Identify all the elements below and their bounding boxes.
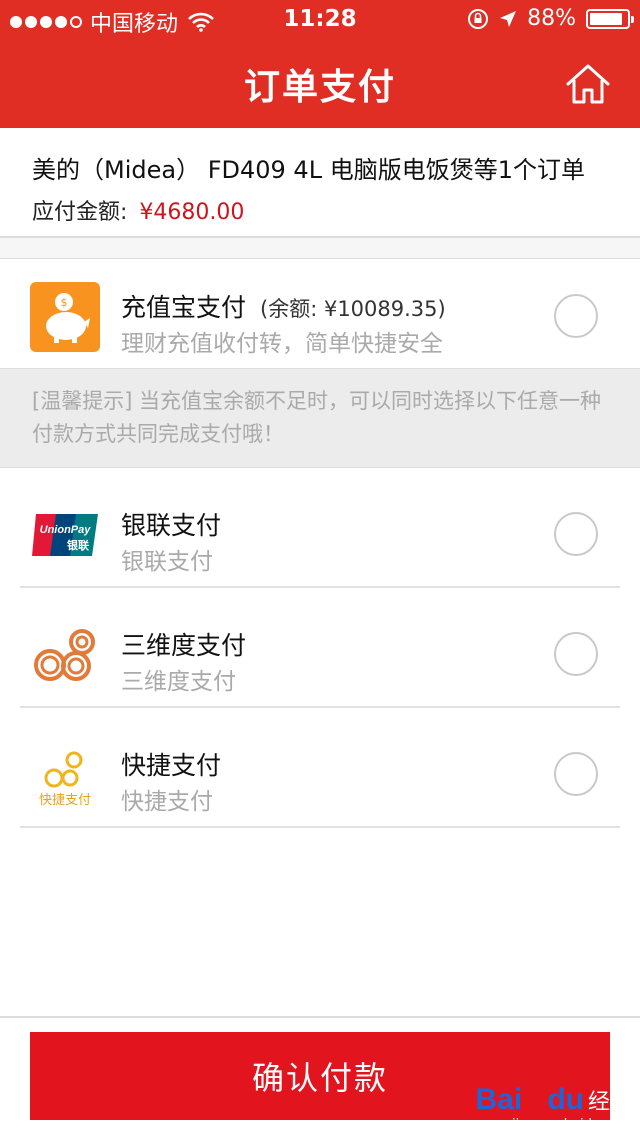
watermark-logo-b: du [547,1083,584,1116]
payment-desc: 银联支付 [121,549,213,575]
bottom-bar: 确认付款 Bai❀du 经验 jingyan.baidu.com [0,1016,640,1138]
quickpay-icon: 快捷支付 [39,751,91,808]
payment-name-text: 充值宝支付 [121,293,247,322]
radio-unionpay[interactable] [554,512,598,556]
tip-banner: [温馨提示] 当充值宝余额不足时，可以同时选择以下任意一种付款方式共同完成支付哦… [0,368,640,468]
watermark-sub: 经验 [587,1090,632,1115]
radio-chongzhibao[interactable] [554,294,598,338]
home-icon[interactable] [564,62,612,106]
unionpay-cn-text: 银联 [67,538,89,552]
payment-name: 充值宝支付 (余额: ¥10089.35) [121,288,446,324]
watermark-logo-a: Bai [475,1083,523,1116]
watermark-logo: Bai❀du [476,1083,584,1116]
app-header: 中国移动 11:28 88% 订单支付 [0,0,640,128]
unionpay-text: UnionPay [40,524,92,536]
payment-option-chongzhibao[interactable]: $ 充值宝支付 (余额: ¥10089.35) 理财充值收付转，简单快捷安全 [0,260,640,370]
payment-option-unionpay[interactable]: UnionPay 银联 银联支付 银联支付 [0,478,640,588]
section-spacer [0,238,640,259]
amount-label: 应付金额: [32,200,128,225]
radio-quickpay[interactable] [554,752,598,796]
paw-icon: ❀ [522,1083,548,1116]
payment-desc: 理财充值收付转，简单快捷安全 [121,331,443,357]
row-divider [20,826,620,828]
radio-sanweidu[interactable] [554,632,598,676]
watermark-url: jingyan.baidu.com [512,1117,632,1132]
amount-value: ¥4680.00 [139,200,245,225]
battery-fill [590,12,622,25]
row-divider [20,706,620,708]
payment-name: 三维度支付 [121,631,247,660]
payment-option-quickpay[interactable]: 快捷支付 快捷支付 快捷支付 [0,718,640,828]
quickpay-icon-text: 快捷支付 [39,793,91,808]
amount-row: 应付金额: ¥4680.00 [32,194,244,226]
payment-balance: (余额: ¥10089.35) [260,297,446,321]
baidu-watermark: Bai❀du 经验 jingyan.baidu.com [476,1082,633,1132]
payment-desc: 快捷支付 [121,789,213,815]
tip-text: [温馨提示] 当充值宝余额不足时，可以同时选择以下任意一种付款方式共同完成支付哦… [32,389,602,446]
status-right: 88% [467,6,634,31]
sanweidu-icon [34,629,95,681]
page-title: 订单支付 [243,67,396,108]
status-bar: 中国移动 11:28 88% [0,0,640,40]
payment-desc: 三维度支付 [121,669,236,695]
row-divider [20,586,620,588]
payment-name: 银联支付 [121,511,222,540]
unionpay-icon: UnionPay 银联 [32,514,98,556]
svg-text:$: $ [61,296,68,309]
payment-name: 快捷支付 [121,751,222,780]
payment-option-sanweidu[interactable]: 三维度支付 三维度支付 [0,598,640,708]
battery-percent: 88% [527,6,576,31]
battery-icon [586,8,634,29]
order-summary: 美的（Midea） FD409 4L 电脑版电饭煲等1个订单 应付金额: ¥468… [0,128,640,238]
rotation-lock-icon [468,8,489,29]
location-arrow-icon [500,10,517,27]
piggy-bank-icon: $ [30,282,100,352]
order-title: 美的（Midea） FD409 4L 电脑版电饭煲等1个订单 [32,156,585,184]
